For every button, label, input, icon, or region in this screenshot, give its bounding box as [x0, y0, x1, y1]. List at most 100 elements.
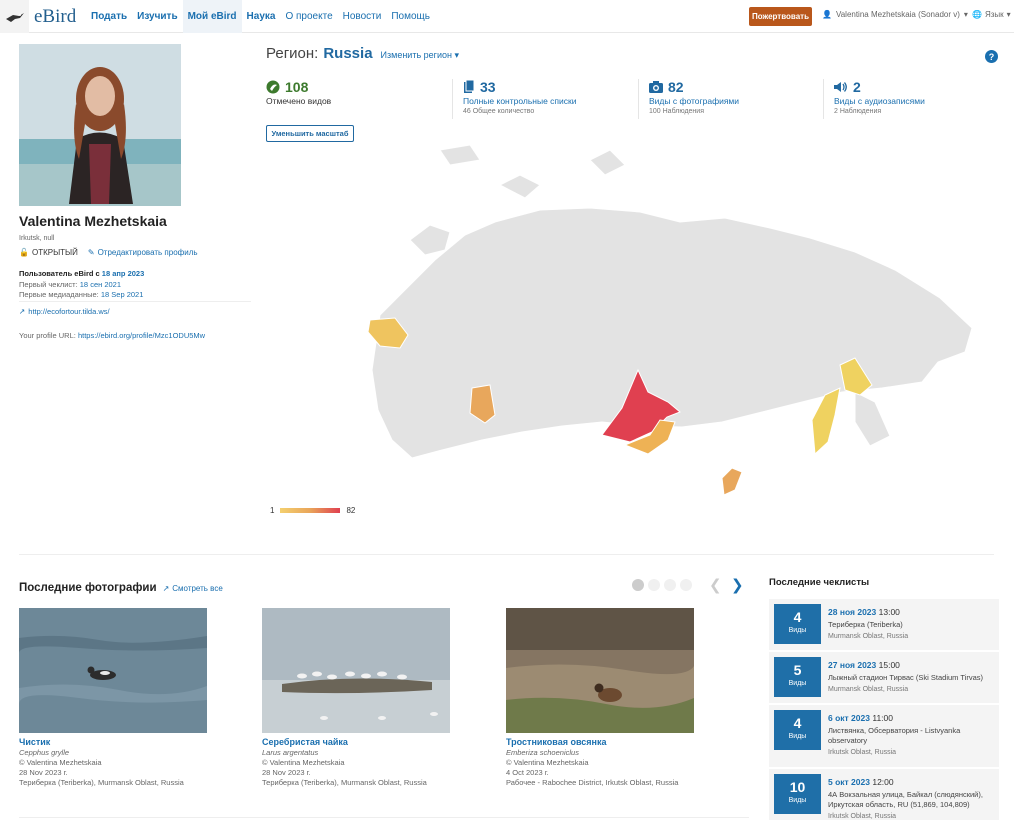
- avatar: [19, 44, 181, 206]
- photo-card[interactable]: Чистик Cepphus grylle © Valentina Mezhet…: [19, 608, 207, 787]
- checklists-panel: 4 Виды 28 ноя 2023 13:00 Териберка (Teri…: [769, 599, 999, 820]
- section-divider: [19, 554, 994, 555]
- help-icon[interactable]: ?: [985, 50, 998, 63]
- profile-location: Irkutsk, null: [19, 235, 55, 242]
- edit-profile-link[interactable]: ✎ Отредактировать профиль: [88, 248, 198, 257]
- photo-image[interactable]: [506, 608, 694, 733]
- zoom-out-button[interactable]: Уменьшить масштаб: [266, 125, 354, 142]
- donate-button[interactable]: Пожертвовать: [749, 7, 812, 26]
- nav-my-ebird[interactable]: Мой eBird: [182, 0, 242, 33]
- photo-image[interactable]: [19, 608, 207, 733]
- language-label: Язык: [984, 10, 1004, 19]
- user-menu-label: Valentina Mezhetskaia (Sonador v): [835, 10, 960, 19]
- checklist-count-badge[interactable]: 5 Виды: [774, 657, 821, 697]
- nav-explore[interactable]: Изучить: [132, 0, 182, 33]
- nav-help[interactable]: Помощь: [386, 0, 435, 33]
- profile-url-link[interactable]: https://ebird.org/profile/Mzc1ODU5Mw: [78, 331, 205, 340]
- carousel-dots: [632, 579, 692, 591]
- top-bar: eBird Подать Изучить Мой eBird Наука О п…: [0, 0, 1014, 33]
- stat-photos[interactable]: 82 Виды с фотографиями 100 Наблюдения: [649, 79, 739, 121]
- globe-icon: 🌐: [972, 10, 982, 19]
- member-since-date[interactable]: 18 апр 2023: [102, 269, 144, 278]
- carousel-dot[interactable]: [680, 579, 692, 591]
- first-checklist: Первый чеклист: 18 сен 2021: [19, 280, 122, 289]
- checklist-count-badge[interactable]: 10 Виды: [774, 774, 821, 814]
- photo-title[interactable]: Серебристая чайка: [262, 737, 450, 747]
- external-link-icon: ↗: [162, 583, 170, 593]
- photo-card[interactable]: Серебристая чайка Larus argentatus © Val…: [262, 608, 450, 787]
- chevron-down-icon: ▾: [963, 10, 968, 19]
- profile-divider: [19, 301, 251, 302]
- chevron-down-icon: ▾: [454, 50, 459, 60]
- main-nav: Подать Изучить Мой eBird Наука О проекте…: [86, 0, 435, 33]
- checklist-divider: [769, 650, 999, 652]
- ebird-logo-icon[interactable]: [0, 0, 29, 33]
- stat-audio[interactable]: 2 Виды с аудиозаписями 2 Наблюдения: [834, 79, 925, 121]
- stat-species[interactable]: 108 Отмечено видов: [266, 79, 331, 121]
- camera-icon: [649, 81, 663, 93]
- change-region-dropdown[interactable]: Изменить регион ▾: [381, 50, 459, 61]
- checklist-divider: [769, 767, 999, 769]
- profile-url: Your profile URL: https://ebird.org/prof…: [19, 331, 206, 340]
- checklist-date[interactable]: 6 окт 2023 11:00: [828, 713, 996, 723]
- unlock-icon: 🔓: [19, 248, 29, 257]
- region-name: Russia: [323, 45, 373, 62]
- checklist-date[interactable]: 27 ноя 2023 15:00: [828, 660, 996, 670]
- checklist-icon: [464, 80, 475, 93]
- region-map[interactable]: [350, 140, 990, 500]
- map-region: [409, 224, 451, 256]
- bottom-divider: [19, 817, 749, 818]
- legend-min: 1: [270, 506, 275, 515]
- legend-max: 82: [346, 506, 356, 515]
- website-link[interactable]: ↗ http://ecofortour.tilda.ws/: [19, 307, 110, 316]
- external-link-icon: ↗: [19, 307, 26, 316]
- region-label: Регион:: [266, 45, 319, 62]
- stat-divider: [452, 79, 453, 119]
- carousel-dot[interactable]: [664, 579, 676, 591]
- checklist-date[interactable]: 28 ноя 2023 13:00: [828, 607, 996, 617]
- carousel-dot[interactable]: [648, 579, 660, 591]
- ebird-logo-text[interactable]: eBird: [34, 6, 76, 28]
- user-menu[interactable]: 👤 Valentina Mezhetskaia (Sonador v) ▾: [822, 10, 968, 19]
- checklist-divider: [769, 703, 999, 705]
- nav-submit[interactable]: Подать: [86, 0, 132, 33]
- nav-science[interactable]: Наука: [242, 0, 281, 33]
- edit-icon: ✎: [87, 248, 95, 257]
- carousel-dot[interactable]: [632, 579, 644, 591]
- profile-actions: 🔓 ОТКРЫТЫЙ ✎ Отредактировать профиль: [19, 248, 198, 257]
- checklist-count-badge[interactable]: 4 Виды: [774, 604, 821, 644]
- map-region-primorye: [721, 467, 743, 496]
- legend-gradient: [280, 508, 341, 513]
- chevron-down-icon: ▾: [1006, 10, 1011, 19]
- carousel-next-icon[interactable]: ❯: [731, 576, 744, 594]
- user-icon: 👤: [822, 10, 832, 19]
- map-region: [498, 174, 541, 199]
- stat-divider: [823, 79, 824, 119]
- first-media: Первые медиаданные: 18 Sep 2021: [19, 290, 144, 299]
- nav-about[interactable]: О проекте: [280, 0, 337, 33]
- region-header: Регион: Russia Изменить регион ▾: [266, 45, 459, 62]
- language-menu[interactable]: 🌐 Язык ▾: [972, 10, 1011, 19]
- profile-name: Valentina Mezhetskaia: [19, 213, 167, 229]
- photo-title[interactable]: Чистик: [19, 737, 207, 747]
- checklist-date[interactable]: 5 окт 2023 12:00: [828, 777, 996, 787]
- recent-checklists-title: Последние чеклисты: [769, 577, 870, 588]
- carousel-prev-icon[interactable]: ❮: [709, 576, 722, 594]
- member-since: Пользователь eBird с 18 апр 2023: [19, 269, 145, 278]
- stat-divider: [638, 79, 639, 119]
- photo-image[interactable]: [262, 608, 450, 733]
- map-region: [589, 149, 626, 176]
- nav-news[interactable]: Новости: [338, 0, 387, 33]
- species-icon: [266, 80, 280, 94]
- map-region: [439, 144, 481, 166]
- photo-title[interactable]: Тростниковая овсянка: [506, 737, 694, 747]
- speaker-icon: [834, 82, 847, 92]
- map-legend: 1 82: [270, 506, 355, 515]
- recent-photos-title: Последние фотографии ↗ Смотреть все: [19, 582, 223, 594]
- map-region: [854, 391, 891, 447]
- checklist-count-badge[interactable]: 4 Виды: [774, 710, 821, 750]
- stat-checklists[interactable]: 33 Полные контрольные списки 46 Общее ко…: [463, 79, 577, 121]
- visibility-badge[interactable]: 🔓 ОТКРЫТЫЙ: [19, 248, 78, 257]
- see-all-link[interactable]: ↗ Смотреть все: [163, 584, 223, 593]
- photo-card[interactable]: Тростниковая овсянка Emberiza schoeniclu…: [506, 608, 694, 787]
